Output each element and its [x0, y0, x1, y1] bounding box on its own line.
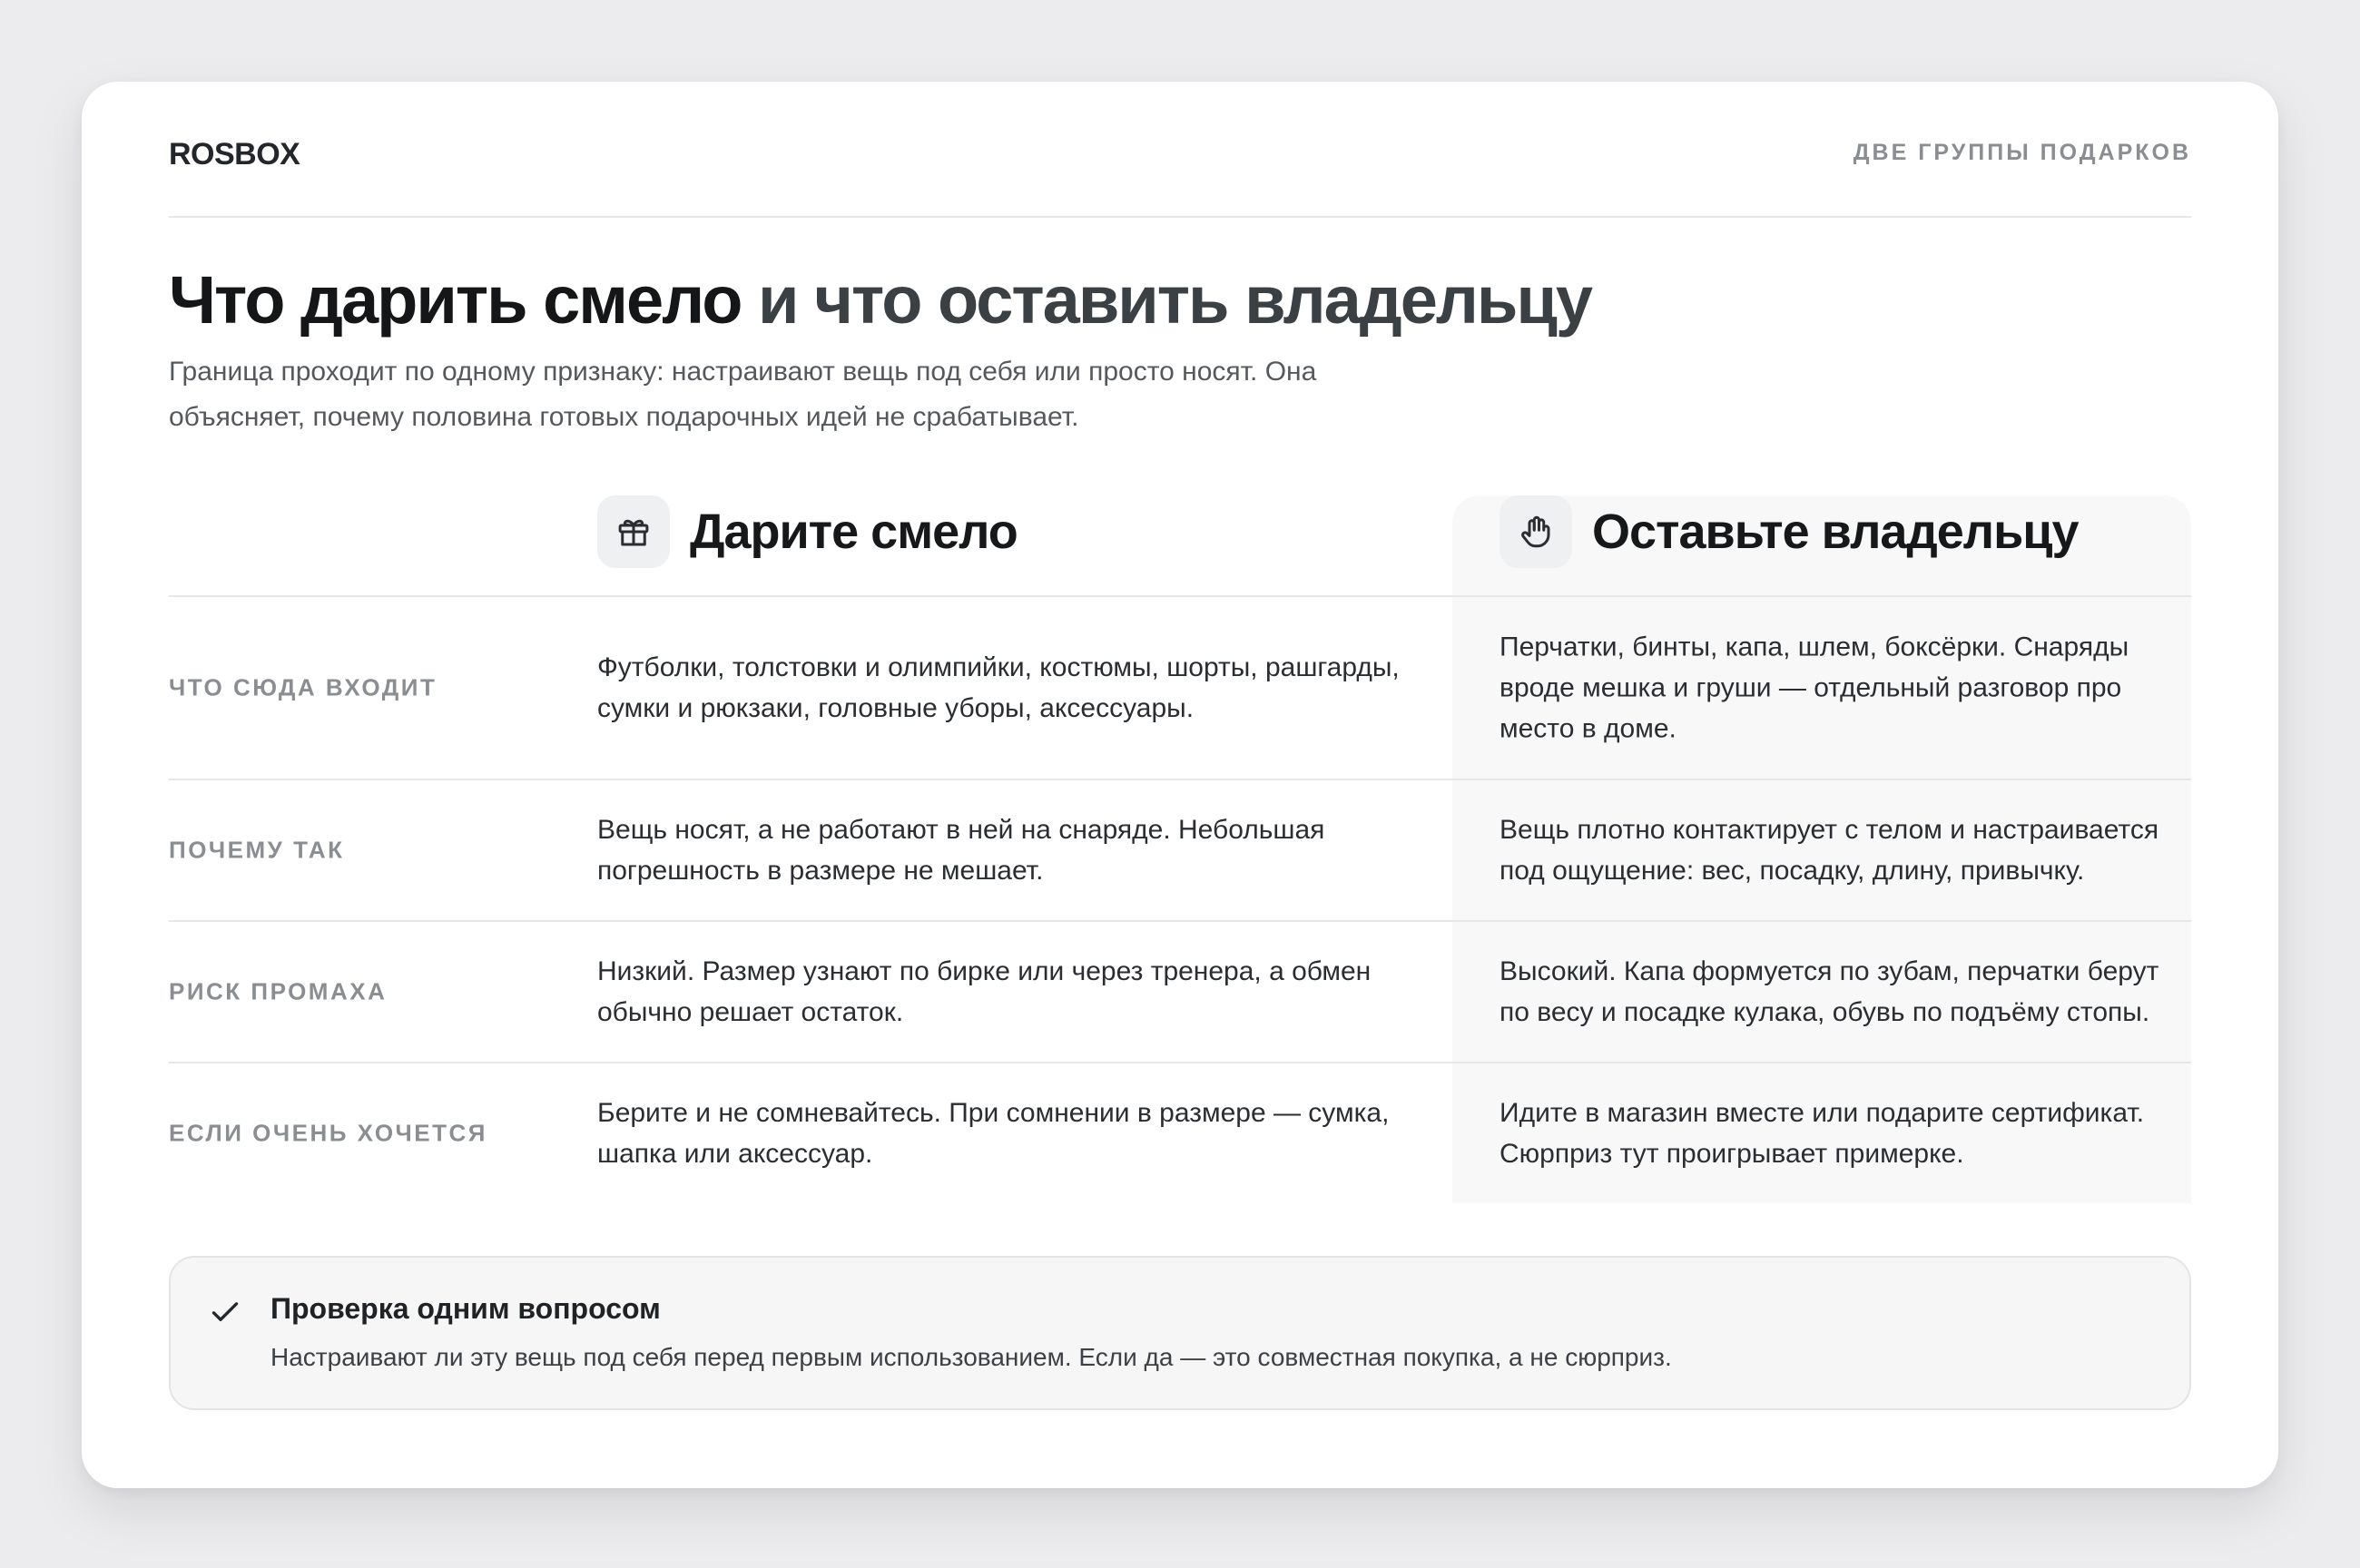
check-icon — [211, 1302, 239, 1321]
row-label: ПОЧЕМУ ТАК — [169, 836, 345, 864]
content-card: ROSBOX ДВЕ ГРУППЫ ПОДАРКОВ Что дарить см… — [82, 82, 2278, 1488]
comparison-table: Дарите смело Оставьте владельцу ЧТО СЮДА… — [169, 495, 2191, 1203]
table-header-row: Дарите смело Оставьте владельцу — [169, 495, 2191, 597]
row-label: ЧТО СЮДА ВХОДИТ — [169, 673, 438, 701]
gift-cell: Низкий. Размер узнают по бирке или через… — [597, 956, 1372, 1027]
table-row: ЕСЛИ ОЧЕНЬ ХОЧЕТСЯ Берите и не сомневайт… — [169, 1063, 2191, 1203]
page-title: Что дарить смело и что оставить владельц… — [169, 263, 2191, 337]
gift-cell: Берите и не сомневайтесь. При сомнении в… — [597, 1098, 1390, 1169]
owner-column-title: Оставьте владельцу — [1592, 505, 2079, 559]
table-row: ЧТО СЮДА ВХОДИТ Футболки, толстовки и ол… — [169, 597, 2191, 780]
title-muted: и что оставить владельцу — [741, 262, 1593, 338]
row-label: ЕСЛИ ОЧЕНЬ ХОЧЕТСЯ — [169, 1119, 487, 1147]
gift-cell: Футболки, толстовки и олимпийки, костюмы… — [597, 652, 1400, 723]
brand-logo[interactable]: ROSBOX — [169, 137, 300, 172]
owner-cell: Высокий. Капа формуется по зубам, перчат… — [1500, 956, 2159, 1027]
owner-cell: Перчатки, бинты, капа, шлем, боксёрки. С… — [1500, 632, 2129, 744]
table-row: РИСК ПРОМАХА Низкий. Размер узнают по би… — [169, 922, 2191, 1063]
owner-column-header: Оставьте владельцу — [1500, 495, 2079, 568]
check-callout: Проверка одним вопросом Настраивают ли э… — [169, 1256, 2191, 1410]
top-bar: ROSBOX ДВЕ ГРУППЫ ПОДАРКОВ — [169, 82, 2191, 218]
row-label: РИСК ПРОМАХА — [169, 977, 388, 1005]
callout-text: Настраивают ли эту вещь под себя перед п… — [270, 1343, 1672, 1371]
owner-cell: Идите в магазин вместе или подарите серт… — [1500, 1098, 2145, 1169]
card-inner: ROSBOX ДВЕ ГРУППЫ ПОДАРКОВ Что дарить см… — [169, 82, 2191, 1410]
gift-icon — [597, 495, 670, 568]
section-label: ДВЕ ГРУППЫ ПОДАРКОВ — [1853, 139, 2191, 165]
gift-cell: Вещь носят, а не работают в ней на снаря… — [597, 815, 1325, 886]
table-row: ПОЧЕМУ ТАК Вещь носят, а не работают в н… — [169, 780, 2191, 922]
gift-column-header: Дарите смело — [597, 495, 1018, 568]
hand-icon — [1500, 495, 1572, 568]
owner-cell: Вещь плотно контактирует с телом и настр… — [1500, 815, 2159, 886]
title-strong: Что дарить смело — [169, 262, 742, 338]
callout-title: Проверка одним вопросом — [270, 1292, 661, 1325]
lead-text: Граница проходит по одному признаку: нас… — [169, 357, 1317, 433]
gift-column-title: Дарите смело — [690, 505, 1018, 559]
